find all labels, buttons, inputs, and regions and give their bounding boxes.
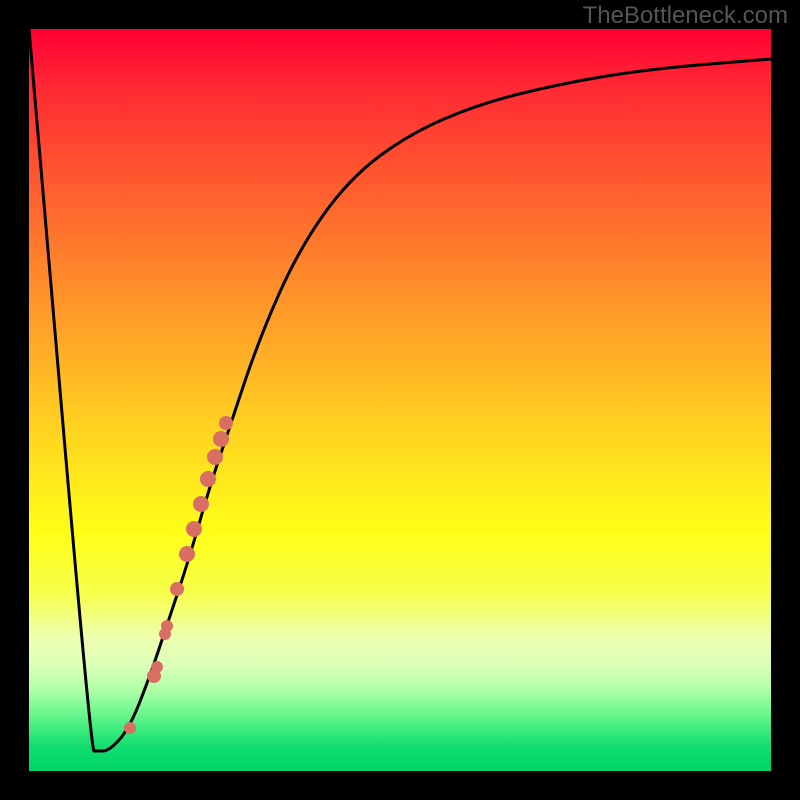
curve-path bbox=[29, 29, 771, 751]
chart-container: TheBottleneck.com bbox=[0, 0, 800, 800]
data-marker bbox=[200, 471, 216, 487]
data-marker bbox=[219, 416, 233, 430]
watermark-text: TheBottleneck.com bbox=[583, 2, 788, 30]
data-marker bbox=[179, 546, 195, 562]
data-marker bbox=[151, 661, 163, 673]
data-marker bbox=[193, 496, 209, 512]
data-marker bbox=[207, 449, 223, 465]
curve-svg bbox=[29, 29, 771, 771]
data-marker bbox=[124, 722, 136, 734]
plot-area bbox=[29, 29, 771, 771]
data-marker bbox=[161, 620, 173, 632]
data-marker bbox=[170, 582, 184, 596]
bottleneck-curve bbox=[29, 29, 771, 751]
data-markers bbox=[124, 416, 233, 734]
data-marker bbox=[186, 521, 202, 537]
data-marker bbox=[213, 431, 229, 447]
